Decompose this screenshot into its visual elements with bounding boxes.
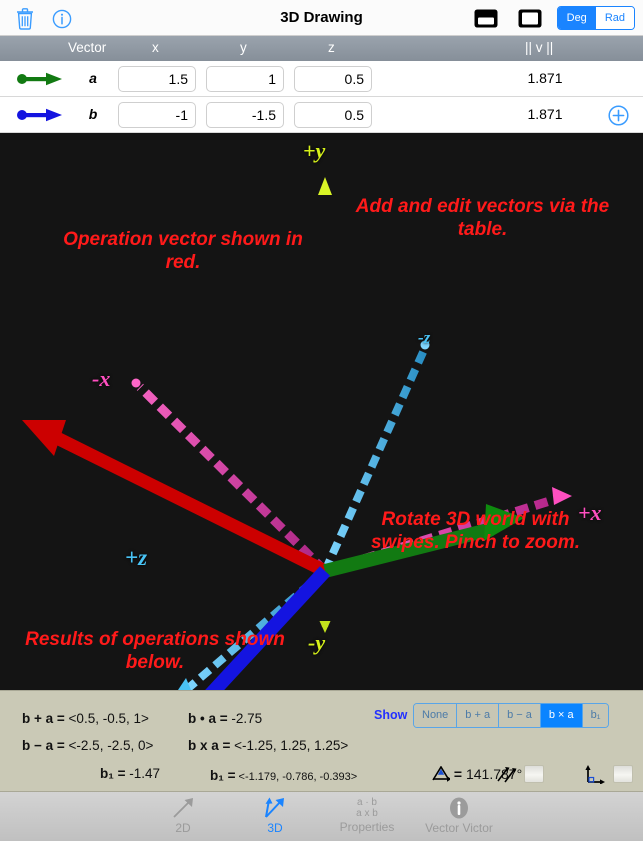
result-b1-scalar: b₁ = -1.47 (100, 766, 160, 781)
column-header-y: y (240, 40, 247, 55)
app-root: 3D Drawing Deg Rad Vector x y z || v || (0, 0, 643, 841)
result-sum-label: b + a = (22, 711, 65, 726)
column-header-z: z (328, 40, 335, 55)
perpendicular-checkbox[interactable] (613, 765, 633, 783)
tab-3d-label: 3D (267, 821, 283, 835)
properties-icon-line2: a x b (356, 808, 378, 819)
add-vector-button[interactable] (608, 105, 629, 126)
page-title: 3D Drawing (280, 8, 363, 26)
tab-properties[interactable]: a · b a x b Properties (321, 792, 413, 841)
navbar: 3D Drawing Deg Rad (0, 0, 643, 36)
show-option-none[interactable]: None (414, 704, 458, 727)
vector-b-color-arrow-icon (16, 108, 64, 122)
vector-a-z-input[interactable]: 0.5 (294, 66, 372, 92)
result-b1-scalar-value: -1.47 (129, 766, 161, 781)
perpendicular-vectors-icon (585, 765, 605, 784)
operation-vector-red (22, 420, 328, 577)
segment-deg[interactable]: Deg (557, 7, 596, 29)
column-header-norm: || v || (525, 40, 554, 55)
result-difference: b − a = <-2.5, -2.5, 0> (22, 738, 153, 753)
vector-b-name: b (88, 106, 98, 122)
result-cross-product: b x a = <-1.25, 1.25, 1.25> (188, 738, 348, 753)
properties-icon: a · b a x b (321, 792, 413, 819)
column-header-x: x (152, 40, 159, 55)
result-dot-label: b • a = (188, 711, 228, 726)
tab-2d[interactable]: 2D (137, 792, 229, 841)
column-header-vector: Vector (68, 40, 107, 55)
vector-a-name: a (89, 70, 97, 86)
vector-b-norm: 1.871 (527, 106, 563, 122)
segment-rad[interactable]: Rad (595, 7, 634, 29)
parallel-checkbox[interactable] (524, 765, 544, 783)
tab-3d[interactable]: 3D (229, 792, 321, 841)
x-axis-negative (131, 378, 329, 575)
result-b1-vector: b₁ = <-1.179, -0.786, -0.393> (210, 768, 357, 783)
show-label: Show (374, 708, 408, 722)
layout-full-panel-icon[interactable] (518, 9, 542, 28)
tab-vector-victor[interactable]: Vector Victor (413, 792, 505, 841)
table-row: b -1 -1.5 0.5 1.871 (0, 97, 643, 133)
tab-properties-label: Properties (339, 820, 395, 834)
info-circle-filled-icon (413, 792, 505, 820)
result-angle-equals: = (453, 766, 463, 782)
properties-icon-line1: a · b (356, 797, 377, 808)
result-b1-vector-label: b₁ = (210, 768, 236, 783)
show-option-diff[interactable]: b − a (499, 704, 541, 727)
tab-bar: 2D 3D a · b a x b Properties Vector Vict… (0, 791, 643, 841)
vector-a-x-input[interactable]: 1.5 (118, 66, 196, 92)
result-difference-value: <-2.5, -2.5, 0> (68, 738, 154, 753)
vector-a-color-arrow-icon (16, 72, 64, 86)
tab-2d-label: 2D (175, 821, 191, 835)
vector-table-header: Vector x y z || v || (0, 36, 643, 61)
tab-vector-victor-label: Vector Victor (425, 821, 493, 835)
vector-b-z-input[interactable]: 0.5 (294, 102, 372, 128)
angle-icon (432, 765, 452, 782)
vector-a-y-input[interactable]: 1 (206, 66, 284, 92)
vector-b-y-input[interactable]: -1.5 (206, 102, 284, 128)
vector-a-norm: 1.871 (527, 70, 563, 86)
show-option-sum[interactable]: b + a (457, 704, 500, 727)
z-axis-negative (321, 340, 430, 573)
result-sum: b + a = <0.5, -0.5, 1> (22, 711, 149, 726)
result-dot-product: b • a = -2.75 (188, 711, 262, 726)
show-segmented-control[interactable]: None b + a b − a b × a b₁ (413, 703, 610, 728)
angle-units-segmented-control[interactable]: Deg Rad (556, 6, 635, 30)
parallel-vectors-icon (497, 767, 517, 783)
single-arrow-icon (137, 792, 229, 820)
result-b1-scalar-label: b₁ = (100, 766, 126, 781)
result-dot-value: -2.75 (231, 711, 263, 726)
result-sum-value: <0.5, -0.5, 1> (68, 711, 149, 726)
table-row: a 1.5 1 0.5 1.871 (0, 61, 643, 97)
show-option-b1[interactable]: b₁ (582, 704, 609, 727)
result-difference-label: b − a = (22, 738, 65, 753)
show-option-cross[interactable]: b × a (540, 704, 583, 727)
double-arrow-icon (229, 792, 321, 820)
vector-b-x-input[interactable]: -1 (118, 102, 196, 128)
result-b1-vector-value: <-1.179, -0.786, -0.393> (238, 771, 358, 783)
result-cross-value: <-1.25, 1.25, 1.25> (234, 738, 349, 753)
result-cross-label: b x a = (188, 738, 231, 753)
3d-drawing-canvas[interactable]: +y -y +x -x +z -z Add and edit vectors v… (0, 133, 643, 690)
layout-bottom-panel-icon[interactable] (474, 9, 498, 28)
